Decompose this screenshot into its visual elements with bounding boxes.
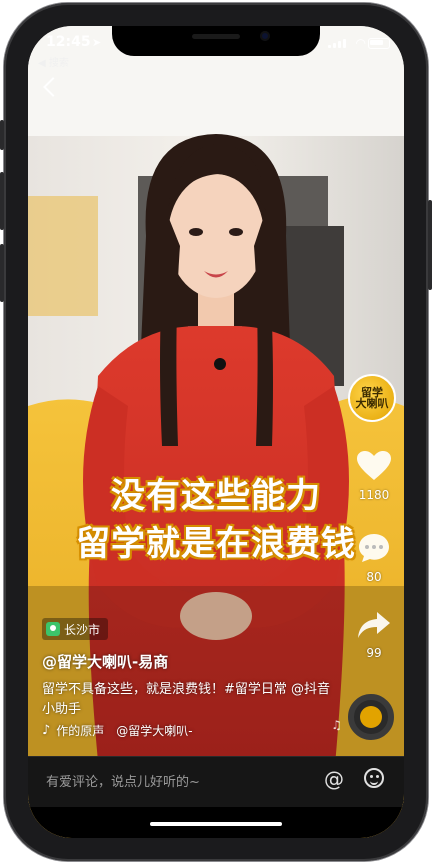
location-pin-icon (46, 622, 60, 636)
author-name[interactable]: @留学大喇叭-易商 (42, 651, 168, 672)
author-avatar[interactable]: 留学 大喇叭 (348, 374, 396, 422)
battery-icon (368, 38, 390, 49)
comment-bar: 有爱评论，说点儿好听的~ @ (28, 756, 404, 807)
mention-icon[interactable]: @ (324, 767, 344, 791)
like-button[interactable]: 1180 (354, 450, 394, 502)
wifi-icon: ◠ (355, 36, 366, 50)
home-indicator[interactable] (150, 822, 282, 826)
floating-note-icon: ♫ (331, 718, 342, 732)
comment-input[interactable]: 有爱评论，说点儿好听的~ (46, 771, 200, 790)
status-time: 12:45 (46, 34, 91, 50)
location-label: 长沙市 (64, 622, 101, 637)
music-disc-cover (360, 706, 382, 728)
share-count: 99 (366, 646, 382, 660)
location-services-icon: ➤ (92, 36, 102, 49)
video-caption-line-2: 留学就是在浪费钱 (76, 524, 356, 564)
comment-bubble-icon (359, 534, 389, 562)
silent-switch (0, 120, 4, 150)
status-bar: 12:45 ➤ ◀ 搜索 ◠ (28, 34, 404, 69)
power-button (428, 200, 432, 290)
volume-down-button (0, 244, 4, 302)
phone-screen: 12:45 ➤ ◀ 搜索 ◠ 没有这些能力 留学就是在浪费钱 留学 大喇叭 11… (28, 26, 404, 838)
author-avatar-label: 留学 大喇叭 (355, 386, 389, 410)
volume-up-button (0, 172, 4, 230)
music-text: 作的原声 @留学大喇叭- (56, 724, 193, 738)
music-info[interactable]: ♪ 作的原声 @留学大喇叭- (42, 722, 193, 739)
video-caption-line-1: 没有这些能力 (111, 476, 321, 516)
comment-button[interactable]: 80 (354, 532, 394, 584)
cellular-signal-icon (328, 39, 346, 48)
share-arrow-icon (358, 612, 390, 638)
share-button[interactable]: 99 (354, 610, 394, 660)
comment-count: 80 (366, 570, 382, 584)
location-tag[interactable]: 长沙市 (42, 618, 109, 640)
emoji-icon[interactable] (364, 768, 384, 788)
back-to-app-link[interactable]: ◀ 搜索 (38, 54, 69, 69)
like-count: 1180 (358, 488, 390, 502)
music-disc-button[interactable] (348, 694, 394, 740)
heart-icon (357, 451, 391, 480)
tiktok-note-icon: ♪ (42, 723, 51, 738)
post-description[interactable]: 留学不具备这些，就是浪费钱！#留学日常 @抖音小助手 (42, 680, 342, 720)
